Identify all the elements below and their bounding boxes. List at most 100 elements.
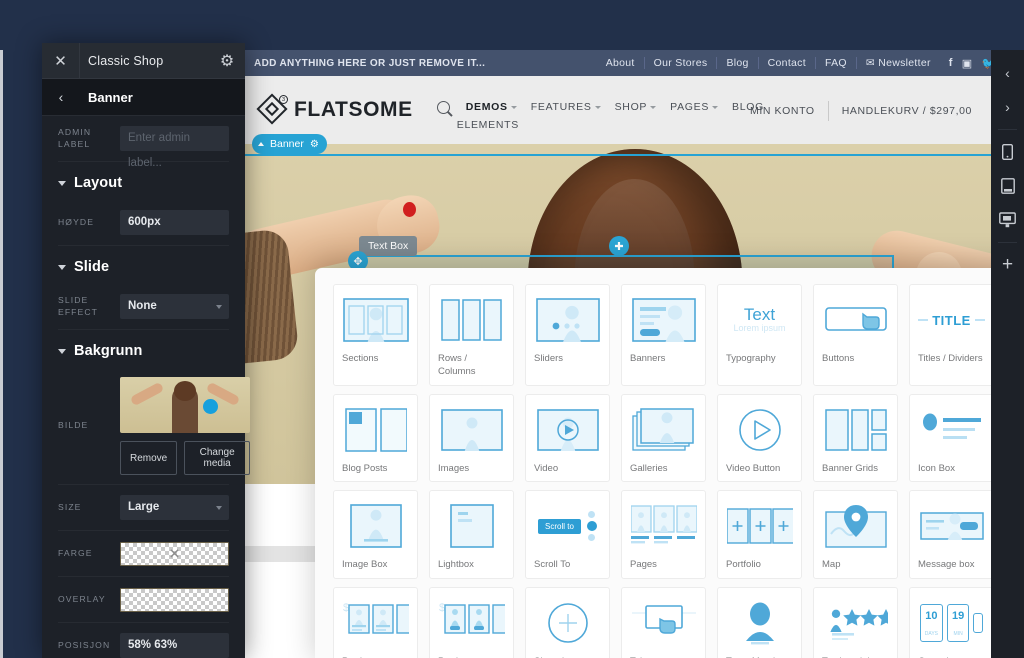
imagebox-icon — [342, 499, 409, 553]
position-input[interactable]: 58% 63% — [120, 633, 229, 658]
section-slide[interactable]: Slide — [58, 246, 229, 284]
element-tile-rows-columns[interactable]: Rows / Columns — [429, 284, 514, 386]
announcement-bar: ADD ANYTHING HERE OR JUST REMOVE IT... A… — [245, 50, 1024, 76]
iconbox-icon — [918, 403, 985, 457]
element-tile-titles-dividers[interactable]: TITLE Titles / Dividers — [909, 284, 994, 386]
sidebar-title: Classic Shop — [88, 53, 164, 68]
nav-item-features[interactable]: FEATURES — [531, 98, 601, 116]
element-tile-label: Images — [438, 462, 470, 474]
admin-label-input[interactable]: Enter admin label... — [120, 126, 229, 169]
chevron-left-icon[interactable]: ‹ — [42, 79, 80, 116]
element-tile-team-member[interactable]: Team Member — [717, 587, 802, 658]
typography-icon: Text Lorem ipsum — [733, 305, 786, 334]
nav-item-shop[interactable]: SHOP — [615, 98, 657, 116]
element-tile-label: Typography — [726, 353, 776, 364]
element-tile-buttons[interactable]: Buttons — [813, 284, 898, 386]
element-tile-video-button[interactable]: Video Button — [717, 393, 802, 483]
element-tile-sections[interactable]: Sections — [333, 284, 418, 386]
field-admin-label: ADMIN LABEL Enter admin label... — [58, 116, 229, 169]
topbar-link-newsletter[interactable]: ✉ Newsletter — [857, 57, 940, 69]
sidebar-body: ADMIN LABEL Enter admin label... Layout … — [42, 116, 250, 658]
height-input[interactable]: 600px — [120, 210, 229, 235]
textbox-chip[interactable]: Text Box — [359, 236, 418, 256]
facebook-icon[interactable]: f — [949, 57, 953, 69]
cart-link[interactable]: HANDLEKURV / $297,00 — [829, 105, 985, 117]
my-account-link[interactable]: MIN KONTO — [737, 105, 828, 117]
gear-icon[interactable]: ⚙ — [310, 139, 319, 150]
element-tile-banner-grids[interactable]: Banner Grids — [813, 393, 898, 483]
close-icon[interactable]: ✕ — [42, 42, 80, 79]
brand-logo[interactable]: 3 FLATSOME — [256, 90, 413, 125]
nav-item-pages[interactable]: PAGES — [670, 98, 719, 116]
element-tile-portfolio[interactable]: Portfolio — [717, 490, 802, 580]
element-tile-map[interactable]: Map — [813, 490, 898, 580]
remove-button[interactable]: Remove — [120, 441, 178, 475]
size-select[interactable]: Large — [120, 495, 229, 520]
chevron-down-icon — [510, 105, 517, 109]
element-tile-galleries[interactable]: Galleries — [621, 393, 706, 483]
desktop-view-icon[interactable] — [991, 203, 1024, 237]
gear-icon[interactable]: ⚙ — [209, 43, 245, 79]
panel-scrollbar[interactable] — [0, 50, 3, 658]
element-tile-lightbox[interactable]: Lightbox — [429, 490, 514, 580]
search-icon[interactable] — [436, 100, 450, 114]
mobile-view-icon[interactable] — [991, 135, 1024, 169]
element-tile-label: Galleries — [630, 462, 668, 474]
field-background-image: BILDE Remove Change media — [58, 368, 250, 485]
background-thumbnail[interactable] — [120, 377, 250, 433]
slide-effect-label: SLIDE EFFECT — [58, 294, 99, 317]
element-tile-pages[interactable]: Pages — [621, 490, 706, 580]
element-tile-countdown[interactable]: 10DAYS 19MIN Countdown — [909, 587, 994, 658]
newsletter-label: Newsletter — [878, 57, 931, 69]
thumbnail-actions: Remove Change media — [120, 441, 250, 475]
collapse-left-icon[interactable]: ‹ — [991, 56, 1024, 90]
element-tile-icon-box[interactable]: Icon Box — [909, 393, 994, 483]
titles-icon: TITLE — [918, 293, 985, 347]
element-tile-label: Lightbox — [438, 559, 474, 571]
size-label: SIZE — [58, 501, 82, 512]
add-element-icon[interactable]: + — [991, 248, 1024, 282]
shareicons-icon — [534, 596, 601, 650]
topbar-link-contact[interactable]: Contact — [759, 57, 816, 69]
element-tile-product-categories[interactable]: $ Product Categories — [333, 587, 418, 658]
nav-item-demos[interactable]: DEMOS — [466, 98, 517, 116]
topbar-link-about[interactable]: About — [597, 57, 645, 69]
banner-chip[interactable]: Banner ⚙ — [252, 134, 327, 154]
change-media-button[interactable]: Change media — [184, 441, 250, 475]
element-tile-video[interactable]: Video — [525, 393, 610, 483]
element-tile-image-box[interactable]: Image Box — [333, 490, 418, 580]
element-tile-banners[interactable]: Banners — [621, 284, 706, 386]
nav-item-elements[interactable]: ELEMENTS — [457, 116, 767, 134]
add-handle[interactable]: ✚ — [609, 236, 629, 256]
element-tile-share-icons[interactable]: Share icons — [525, 587, 610, 658]
element-tile-label: Map — [822, 559, 841, 571]
element-tile-images[interactable]: Images — [429, 393, 514, 483]
section-background[interactable]: Bakgrunn — [58, 330, 229, 368]
elements-tile-grid: Sections Rows / Columns Sliders Banners … — [333, 284, 1024, 658]
field-overlay: OVERLAY — [58, 577, 229, 623]
element-tile-scroll-to[interactable]: Scroll to Scroll To — [525, 490, 610, 580]
element-tile-testimonials[interactable]: Testimonials — [813, 587, 898, 658]
element-tile-message-box[interactable]: Message box — [909, 490, 994, 580]
tabs-icon — [630, 596, 697, 650]
overlay-swatch[interactable] — [120, 587, 229, 612]
element-tile-blog-posts[interactable]: Blog Posts — [333, 393, 418, 483]
blogposts-icon — [342, 403, 409, 457]
field-position: POSISJON 58% 63% — [58, 623, 229, 658]
topbar-link-blog[interactable]: Blog — [717, 57, 759, 69]
sidebar-subtitle: Banner — [88, 89, 133, 105]
tablet-view-icon[interactable] — [991, 169, 1024, 203]
expand-right-icon[interactable]: › — [991, 90, 1024, 124]
element-tile-typography[interactable]: Text Lorem ipsum Typography — [717, 284, 802, 386]
instagram-icon[interactable]: ▣ — [962, 57, 973, 70]
element-tile-tabs[interactable]: Tabs — [621, 587, 706, 658]
element-tile-sliders[interactable]: Sliders — [525, 284, 610, 386]
element-tile-label: Blog Posts — [342, 462, 388, 474]
color-swatch[interactable] — [120, 541, 229, 566]
scrollto-icon: Scroll to — [534, 499, 601, 553]
element-tile-products[interactable]: $ Products — [429, 587, 514, 658]
topbar-link-our-stores[interactable]: Our Stores — [645, 57, 718, 69]
slide-effect-select[interactable]: None — [120, 294, 229, 319]
nail — [403, 202, 416, 217]
topbar-link-faq[interactable]: FAQ — [816, 57, 857, 69]
